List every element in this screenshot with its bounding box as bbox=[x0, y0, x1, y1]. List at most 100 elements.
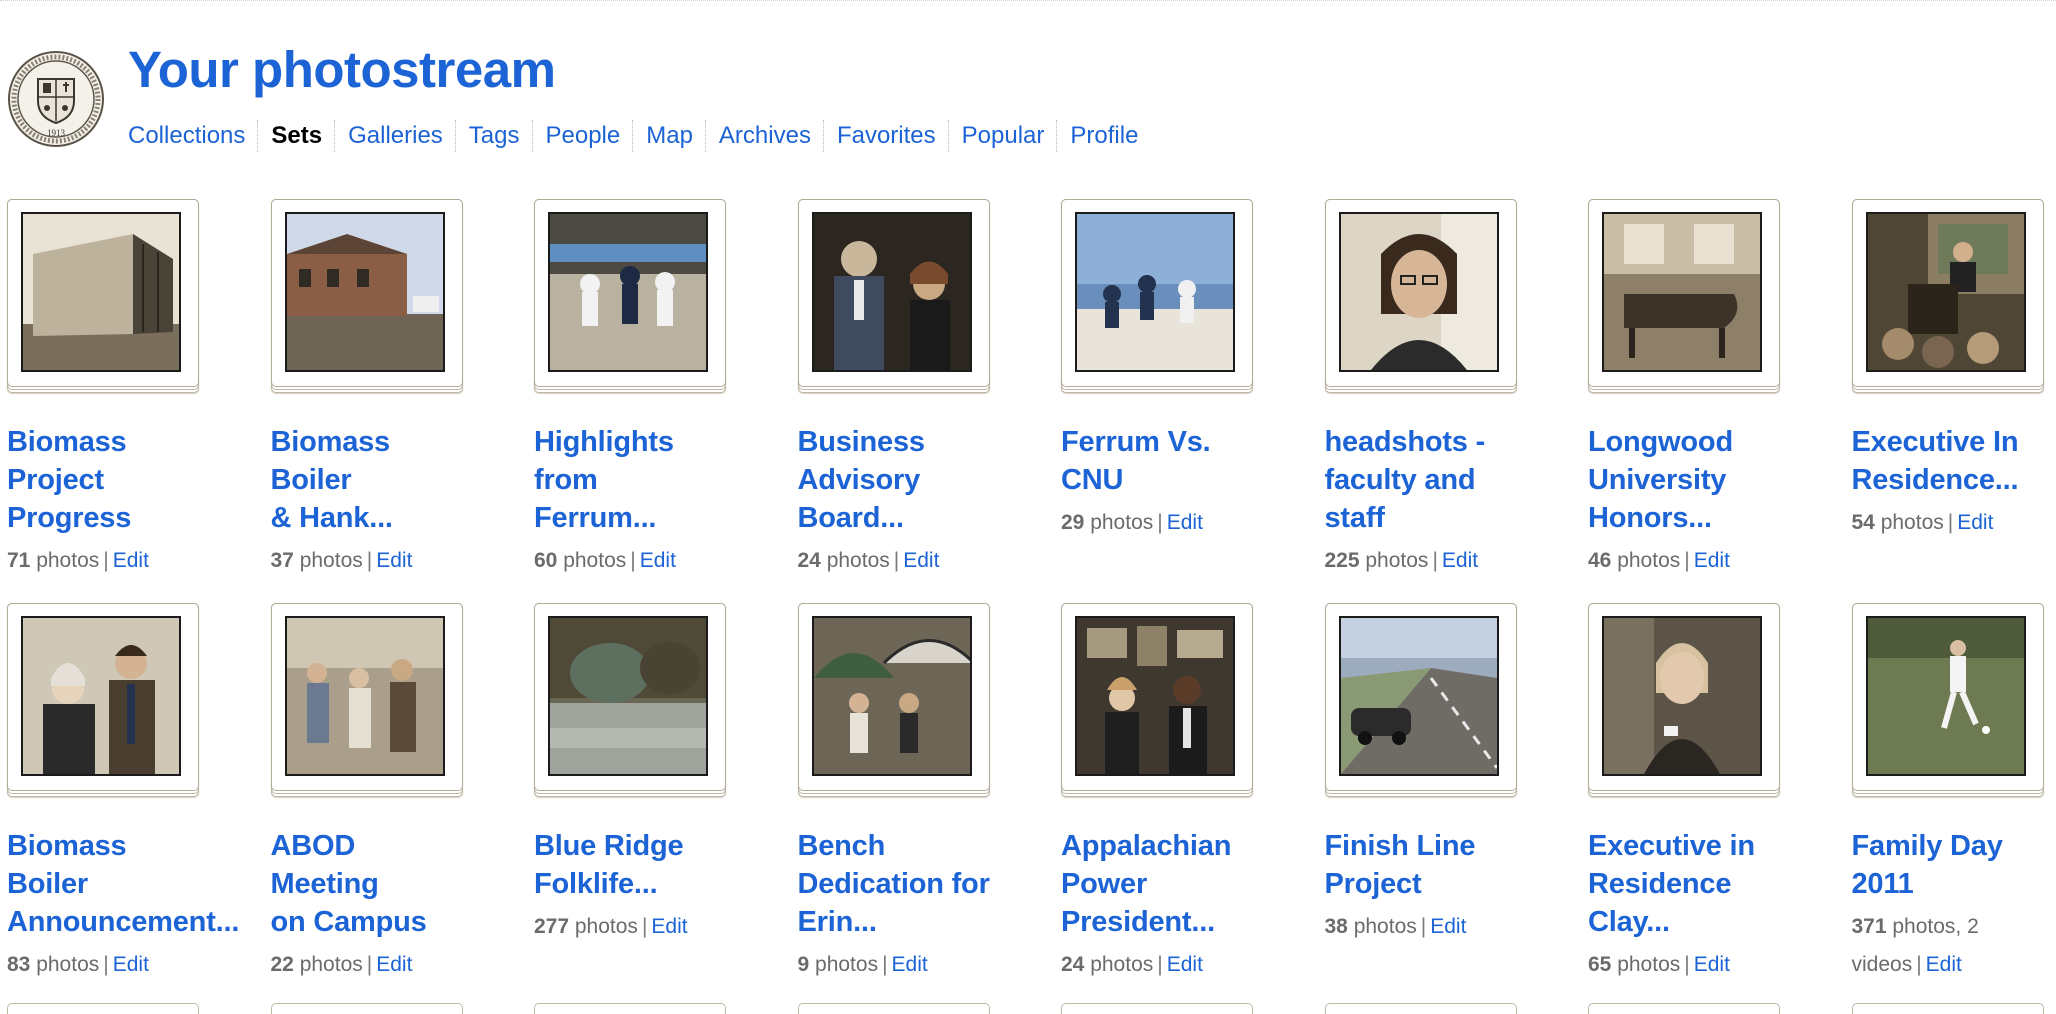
set-item: Biomass Boiler Announcement... 83 photos | E… bbox=[7, 603, 240, 1007]
set-thumbnail[interactable] bbox=[1588, 603, 1780, 797]
edit-set-link[interactable]: Edit bbox=[1167, 511, 1203, 534]
photo-count: 225 bbox=[1324, 549, 1360, 572]
set-thumbnail[interactable] bbox=[797, 199, 990, 393]
set-thumbnail[interactable] bbox=[1061, 199, 1253, 393]
set-title-link[interactable]: Longwood University Honors... bbox=[1588, 423, 1782, 537]
nav-popular[interactable]: Popular bbox=[947, 120, 1057, 152]
set-title-link[interactable]: Ferrum Vs. CNU bbox=[1061, 423, 1255, 499]
meta-separator: | bbox=[366, 549, 373, 572]
edit-set-link[interactable]: Edit bbox=[1957, 511, 1993, 534]
set-thumbnail[interactable] bbox=[7, 199, 199, 393]
meta-separator: | bbox=[893, 549, 900, 572]
set-title-line: Residence bbox=[1588, 868, 1732, 900]
edit-set-link[interactable]: Edit bbox=[903, 549, 939, 572]
nav-profile[interactable]: Profile bbox=[1056, 120, 1150, 152]
photo-count-label: photos bbox=[293, 549, 363, 572]
set-meta: 277 photos | Edit bbox=[534, 908, 728, 946]
set-title-link[interactable]: Biomass Project Progress bbox=[7, 423, 201, 537]
set-thumbnail[interactable] bbox=[1061, 603, 1253, 797]
edit-set-link[interactable]: Edit bbox=[1694, 953, 1730, 976]
set-title-link[interactable]: Blue Ridge Folklife... bbox=[534, 827, 728, 903]
top-divider bbox=[0, 0, 2056, 1]
set-title-line: faculty and bbox=[1324, 464, 1476, 496]
set-item: Highlights from Ferrum... 60 photos | Edit bbox=[534, 199, 728, 603]
set-meta: 38 photos | Edit bbox=[1325, 908, 1519, 946]
set-title-line: Advisory bbox=[797, 464, 921, 496]
set-meta: 24 photos | Edit bbox=[798, 542, 992, 580]
set-thumbnail[interactable] bbox=[534, 199, 726, 393]
set-thumbnail[interactable] bbox=[1324, 603, 1517, 797]
headshot-photo bbox=[1338, 212, 1499, 372]
set-thumbnail[interactable] bbox=[270, 603, 463, 797]
edit-set-link[interactable]: Edit bbox=[113, 549, 149, 572]
nav-galleries[interactable]: Galleries bbox=[334, 120, 455, 152]
edit-set-link[interactable]: Edit bbox=[1167, 953, 1203, 976]
set-item: Finish Line Project 38 photos | Edit bbox=[1324, 603, 1519, 1007]
set-title-link[interactable]: Finish Line Project bbox=[1325, 827, 1519, 903]
edit-set-link[interactable]: Edit bbox=[1694, 549, 1730, 572]
set-title-link[interactable]: Bench Dedication for Erin... bbox=[798, 827, 992, 941]
set-title-link[interactable]: Executive In Residence... bbox=[1852, 423, 2046, 499]
nav-map[interactable]: Map bbox=[632, 120, 705, 152]
photo-count: 65 bbox=[1588, 953, 1612, 976]
set-title-line: Highlights from bbox=[534, 426, 674, 496]
set-title-link[interactable]: ABOD Meeting on Campus bbox=[271, 827, 465, 941]
photo-count-label: photos bbox=[820, 549, 890, 572]
set-item: Ferrum Vs. CNU 29 photos | Edit bbox=[1061, 199, 1255, 603]
photostream-nav: Collections Sets Galleries Tags People Map Arc… bbox=[128, 120, 1150, 152]
set-meta: 65 photos | Edit bbox=[1588, 946, 1782, 984]
edit-set-link[interactable]: Edit bbox=[113, 953, 149, 976]
edit-set-link[interactable]: Edit bbox=[376, 549, 412, 572]
edit-set-link[interactable]: Edit bbox=[651, 915, 687, 938]
nav-people[interactable]: People bbox=[531, 120, 633, 152]
set-title-link[interactable]: headshots - faculty and staff bbox=[1325, 423, 1519, 537]
set-title-link[interactable]: Biomass Boiler Announcement... bbox=[7, 827, 240, 941]
set-title-line: Executive in bbox=[1588, 830, 1755, 862]
set-title-line: Project bbox=[1324, 868, 1422, 900]
set-title-line: ABOD Meeting bbox=[270, 830, 379, 900]
set-title-line: President... bbox=[1061, 906, 1215, 938]
edit-set-link[interactable]: Edit bbox=[376, 953, 412, 976]
edit-set-link[interactable]: Edit bbox=[1442, 549, 1478, 572]
set-title-line: Announcement... bbox=[7, 906, 240, 938]
set-title-link[interactable]: Biomass Boiler & Hank... bbox=[271, 423, 465, 537]
nav-tags[interactable]: Tags bbox=[454, 120, 532, 152]
set-thumbnail[interactable] bbox=[534, 603, 726, 797]
set-meta: 37 photos | Edit bbox=[271, 542, 465, 580]
set-title-link[interactable]: Business Advisory Board... bbox=[798, 423, 992, 537]
nav-collections[interactable]: Collections bbox=[128, 120, 257, 152]
set-meta: 46 photos | Edit bbox=[1588, 542, 1782, 580]
set-title-link[interactable]: Family Day 2011 bbox=[1852, 827, 2046, 903]
football-crowd-photo bbox=[1075, 212, 1235, 372]
photo-count-label: photos bbox=[1347, 915, 1417, 938]
set-thumbnail[interactable] bbox=[1588, 199, 1780, 393]
set-thumbnail[interactable] bbox=[7, 603, 199, 797]
set-thumbnail[interactable] bbox=[1851, 199, 2044, 393]
set-title-link[interactable]: Executive in Residence Clay... bbox=[1588, 827, 1782, 941]
set-title-link[interactable]: Highlights from Ferrum... bbox=[534, 423, 728, 537]
edit-set-link[interactable]: Edit bbox=[1430, 915, 1466, 938]
set-thumbnail[interactable] bbox=[1324, 199, 1517, 393]
sets-grid: Biomass Project Progress 71 photos | Edit Biom… bbox=[7, 199, 2046, 1007]
set-title-line: Biomass Boiler bbox=[270, 426, 391, 496]
set-item: Executive in Residence Clay... 65 photos | Ed… bbox=[1588, 603, 1782, 1007]
set-title-link[interactable]: Appalachian Power President... bbox=[1061, 827, 1255, 941]
nav-sets[interactable]: Sets bbox=[257, 120, 334, 152]
avatar[interactable]: 1913 bbox=[8, 51, 104, 147]
set-thumbnail[interactable] bbox=[797, 603, 990, 797]
football-photo bbox=[548, 212, 708, 372]
edit-set-link[interactable]: Edit bbox=[640, 549, 676, 572]
edit-set-link[interactable]: Edit bbox=[1926, 953, 1962, 976]
set-title-line: Business bbox=[797, 426, 926, 458]
meta-separator: | bbox=[1157, 511, 1163, 534]
meta-separator: | bbox=[1947, 511, 1954, 534]
set-item: Blue Ridge Folklife... 277 photos | Edit bbox=[534, 603, 728, 1007]
set-thumbnail[interactable] bbox=[1851, 603, 2044, 797]
set-title-line: Appalachian bbox=[1061, 830, 1232, 862]
set-title-line: University bbox=[1588, 464, 1727, 496]
nav-favorites[interactable]: Favorites bbox=[822, 120, 948, 152]
edit-set-link[interactable]: Edit bbox=[892, 953, 928, 976]
set-thumbnail[interactable] bbox=[270, 199, 463, 393]
pond-photo bbox=[548, 616, 708, 776]
nav-archives[interactable]: Archives bbox=[704, 120, 823, 152]
